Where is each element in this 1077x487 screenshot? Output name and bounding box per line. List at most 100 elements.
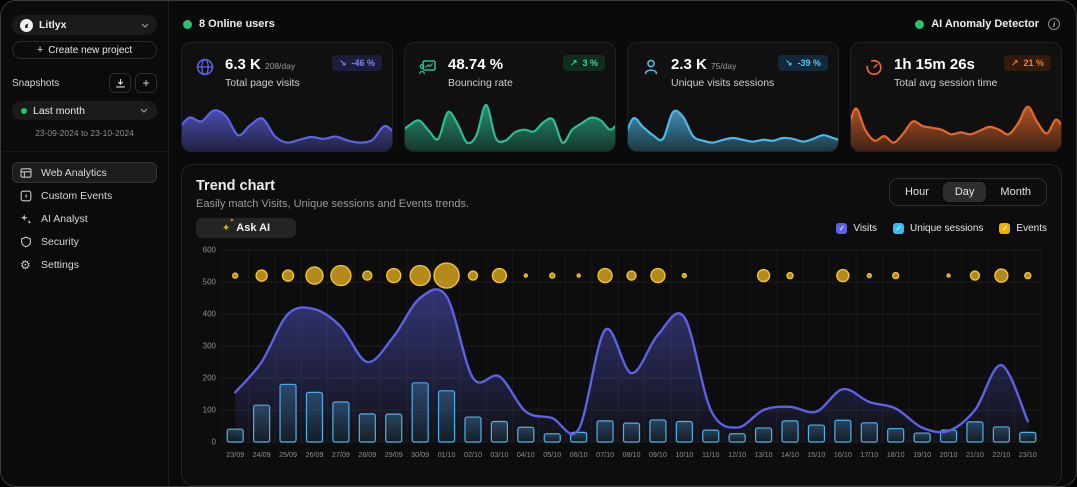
status-badge: ↘-46 % bbox=[332, 55, 382, 71]
sidebar-item-custom-events[interactable]: Custom Events bbox=[12, 185, 157, 206]
snapshots-label: Snapshots bbox=[12, 78, 59, 89]
sidebar-item-ai-analyst[interactable]: AI Analyst bbox=[12, 208, 157, 229]
svg-text:16/10: 16/10 bbox=[834, 450, 852, 459]
svg-text:14/10: 14/10 bbox=[781, 450, 799, 459]
legend-item-visits[interactable]: ✓ Visits bbox=[836, 223, 877, 234]
trend-down-icon: ↘ bbox=[785, 58, 793, 69]
svg-text:03/10: 03/10 bbox=[490, 450, 508, 459]
badge-value: -39 % bbox=[797, 58, 821, 68]
create-project-button[interactable]: + Create new project bbox=[12, 41, 157, 59]
svg-text:15/10: 15/10 bbox=[807, 450, 825, 459]
sidebar-item-web-analytics[interactable]: Web Analytics bbox=[12, 162, 157, 183]
snapshot-range-dropdown[interactable]: Last month bbox=[12, 101, 157, 120]
checkbox-checked-icon[interactable]: ✓ bbox=[999, 223, 1010, 234]
badge-value: 3 % bbox=[582, 58, 598, 68]
sidebar: Litlyx + Create new project Snapshots + … bbox=[1, 1, 169, 486]
status-badge: ↗ 21 % bbox=[1004, 55, 1051, 71]
svg-text:04/10: 04/10 bbox=[517, 450, 535, 459]
legend-item-unique-sessions[interactable]: ✓ Unique sessions bbox=[893, 223, 983, 234]
interval-month-button[interactable]: Month bbox=[988, 182, 1043, 202]
badge-value: 21 % bbox=[1023, 58, 1044, 68]
interval-day-button[interactable]: Day bbox=[943, 182, 987, 202]
svg-text:01/10: 01/10 bbox=[438, 450, 456, 459]
anomaly-detector-label: AI Anomaly Detector bbox=[931, 18, 1039, 30]
shield-icon bbox=[20, 236, 33, 248]
trend-up-icon: ↗ bbox=[1011, 58, 1019, 69]
add-snapshot-button[interactable]: + bbox=[135, 73, 157, 93]
sidebar-item-label: Web Analytics bbox=[41, 167, 107, 179]
svg-text:23/09: 23/09 bbox=[226, 450, 244, 459]
anomaly-dot-icon bbox=[915, 20, 924, 29]
checkbox-checked-icon[interactable]: ✓ bbox=[893, 223, 904, 234]
svg-text:20/10: 20/10 bbox=[940, 450, 958, 459]
stat-label: Unique visits sessions bbox=[671, 77, 774, 89]
sidebar-item-label: Security bbox=[41, 236, 79, 248]
svg-text:0: 0 bbox=[212, 438, 217, 447]
globe-icon bbox=[195, 57, 217, 89]
checkbox-checked-icon[interactable]: ✓ bbox=[836, 223, 847, 234]
svg-text:100: 100 bbox=[203, 406, 217, 415]
sparkline-chart bbox=[850, 99, 1062, 151]
topbar: 8 Online users AI Anomaly Detector i bbox=[183, 18, 1060, 30]
gear-icon: ⚙ bbox=[20, 259, 33, 271]
sparkline-chart bbox=[404, 99, 616, 151]
sidebar-item-settings[interactable]: ⚙ Settings bbox=[12, 254, 157, 275]
legend-label: Unique sessions bbox=[910, 223, 983, 234]
stat-card-total-page-visits: 6.3 K208/day Total page visits ↘-46 % bbox=[181, 42, 393, 152]
svg-text:11/10: 11/10 bbox=[702, 450, 719, 459]
stat-value: 2.3 K bbox=[671, 56, 707, 73]
sidebar-item-label: Settings bbox=[41, 259, 79, 271]
svg-text:05/10: 05/10 bbox=[543, 450, 561, 459]
interval-toggle: Hour Day Month bbox=[889, 178, 1047, 206]
svg-text:25/09: 25/09 bbox=[279, 450, 297, 459]
main-content: 8 Online users AI Anomaly Detector i 6.3… bbox=[169, 1, 1076, 486]
export-snapshot-button[interactable] bbox=[109, 73, 131, 93]
bolt-square-icon bbox=[20, 190, 33, 202]
svg-text:300: 300 bbox=[203, 342, 217, 351]
sidebar-item-label: Custom Events bbox=[41, 190, 112, 202]
svg-text:30/09: 30/09 bbox=[411, 450, 429, 459]
interval-hour-button[interactable]: Hour bbox=[893, 182, 941, 202]
snapshot-selected-value: Last month bbox=[33, 105, 85, 117]
svg-text:400: 400 bbox=[203, 310, 217, 319]
svg-text:27/09: 27/09 bbox=[332, 450, 350, 459]
sidebar-divider bbox=[1, 151, 168, 152]
svg-text:13/10: 13/10 bbox=[755, 450, 773, 459]
online-users-label: 8 Online users bbox=[199, 18, 275, 30]
trend-chart-svg: 010020030040050060023/0924/0925/0926/092… bbox=[196, 244, 1047, 464]
legend-label: Events bbox=[1016, 223, 1047, 234]
trend-chart-panel: Trend chart Easily match Visits, Unique … bbox=[181, 164, 1062, 486]
project-selector[interactable]: Litlyx bbox=[12, 15, 157, 35]
svg-text:12/10: 12/10 bbox=[728, 450, 746, 459]
user-icon bbox=[641, 57, 663, 89]
sparkle-icon: ✦✦ bbox=[222, 222, 230, 234]
plus-icon: + bbox=[142, 76, 149, 90]
status-badge: ↗3 % bbox=[563, 55, 605, 71]
info-icon[interactable]: i bbox=[1048, 18, 1060, 30]
trend-down-icon: ↘ bbox=[339, 58, 347, 69]
ask-ai-button[interactable]: ✦✦ Ask AI bbox=[196, 218, 296, 238]
stat-card-unique-sessions: 2.3 K75/day Unique visits sessions ↘-39 … bbox=[627, 42, 839, 152]
svg-text:23/10: 23/10 bbox=[1019, 450, 1037, 459]
anomaly-detector-indicator: AI Anomaly Detector i bbox=[915, 18, 1060, 30]
svg-text:07/10: 07/10 bbox=[596, 450, 614, 459]
project-name: Litlyx bbox=[39, 19, 66, 31]
download-icon bbox=[115, 78, 126, 89]
svg-text:02/10: 02/10 bbox=[464, 450, 482, 459]
svg-text:29/09: 29/09 bbox=[385, 450, 403, 459]
trend-chart-area: 010020030040050060023/0924/0925/0926/092… bbox=[196, 244, 1047, 464]
sparkline-chart bbox=[627, 99, 839, 151]
svg-text:08/10: 08/10 bbox=[623, 450, 641, 459]
active-dot-icon bbox=[21, 108, 27, 114]
svg-text:24/09: 24/09 bbox=[253, 450, 271, 459]
timer-icon bbox=[864, 57, 886, 89]
sidebar-item-security[interactable]: Security bbox=[12, 231, 157, 252]
svg-text:18/10: 18/10 bbox=[887, 450, 905, 459]
bounce-rate-icon bbox=[418, 57, 440, 89]
online-dot-icon bbox=[183, 20, 192, 29]
stat-label: Bouncing rate bbox=[448, 77, 513, 89]
legend-item-events[interactable]: ✓ Events bbox=[999, 223, 1047, 234]
stat-card-bouncing-rate: 48.74 % Bouncing rate ↗3 % bbox=[404, 42, 616, 152]
legend-label: Visits bbox=[853, 223, 877, 234]
svg-text:10/10: 10/10 bbox=[675, 450, 693, 459]
